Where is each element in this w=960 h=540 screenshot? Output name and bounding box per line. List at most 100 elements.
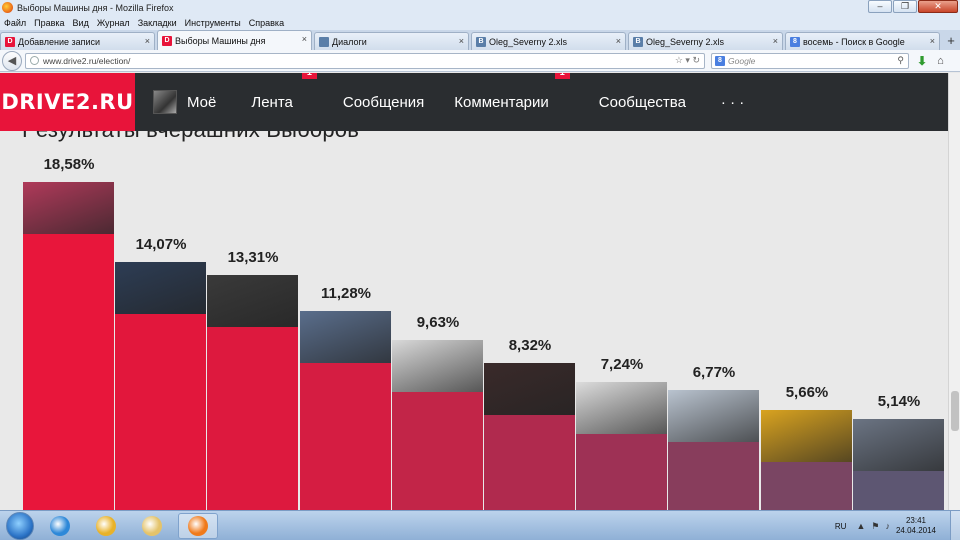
nav-more[interactable]: · · · (721, 94, 744, 111)
nav-communities[interactable]: Сообщества (599, 94, 686, 111)
browser-tab[interactable]: D Добавление записи × (0, 32, 155, 50)
car-photo[interactable] (23, 182, 114, 234)
nav-my[interactable]: Моё (187, 94, 216, 111)
tab-close-icon[interactable]: × (930, 36, 935, 46)
tab-close-icon[interactable]: × (616, 36, 621, 46)
bar-value-label: 9,63% (416, 314, 460, 331)
tab-favicon-icon: D (5, 36, 15, 47)
bar-value-label: 5,66% (785, 384, 829, 401)
taskbar-app-chrome[interactable] (86, 513, 126, 539)
taskbar: RU ▲ ⚑ ♪ 23:41 24.04.2014 (0, 510, 960, 540)
menu-tools[interactable]: Инструменты (185, 18, 241, 28)
car-photo[interactable] (484, 363, 575, 415)
volume-icon[interactable]: ♪ (885, 521, 890, 531)
tab-favicon-icon: 8 (790, 36, 800, 47)
menu-help[interactable]: Справка (249, 18, 284, 28)
bar-value-label: 6,77% (692, 364, 736, 381)
bookmark-star-icon[interactable]: ☆ ▾ ↻ (675, 55, 700, 66)
avatar[interactable] (153, 90, 177, 114)
browser-tab[interactable]: Диалоги × (314, 32, 469, 50)
firefox-icon (188, 515, 208, 536)
election-results-chart: 18,58% 14,07% 13,31% 11,28% 9,63% 8,32% 7,24% 6… (0, 73, 948, 510)
nav-messages[interactable]: Сообщения (343, 94, 424, 111)
tab-close-icon[interactable]: × (145, 36, 150, 46)
scrollbar-thumb[interactable] (951, 391, 959, 431)
tab-close-icon[interactable]: × (773, 36, 778, 46)
car-photo[interactable] (576, 382, 667, 434)
explorer-icon (142, 515, 162, 536)
nav-more-label: · · · (720, 93, 745, 111)
menu-edit[interactable]: Правка (34, 18, 64, 28)
site-header: DRIVE2.RU Моё Лента 1 Сообщения Комментар… (0, 73, 948, 131)
menu-history[interactable]: Журнал (97, 18, 130, 28)
tab-label: восемь - Поиск в Google (803, 36, 905, 47)
car-photo[interactable] (761, 410, 852, 462)
start-button[interactable] (6, 511, 34, 540)
maximize-button[interactable]: ❐ (893, 0, 917, 13)
nav-comments[interactable]: Комментарии 1 (454, 73, 570, 111)
new-tab-button[interactable]: + (944, 34, 958, 50)
clock[interactable]: 23:41 24.04.2014 (896, 516, 936, 536)
window-title: Выборы Машины дня - Mozilla Firefox (17, 2, 174, 13)
browser-tab[interactable]: B Oleg_Severny 2.xls × (471, 32, 626, 50)
tab-strip: D Добавление записи × D Выборы Машины дня × Ди… (0, 30, 960, 50)
home-icon[interactable]: ⌂ (937, 55, 944, 67)
back-button[interactable]: ◀ (2, 50, 22, 71)
google-icon: 8 (715, 55, 725, 66)
nav-messages-label: Сообщения (342, 93, 425, 111)
car-photo[interactable] (668, 390, 759, 442)
minimize-button[interactable]: – (868, 0, 892, 13)
scrollbar[interactable] (948, 73, 960, 510)
tab-favicon-icon: B (633, 36, 643, 47)
firefox-logo-icon (2, 2, 13, 13)
tab-close-icon[interactable]: × (302, 34, 307, 44)
browser-tab[interactable]: 8 восемь - Поиск в Google × (785, 32, 940, 50)
tab-close-icon[interactable]: × (459, 36, 464, 46)
show-desktop-button[interactable] (950, 511, 960, 540)
search-bar[interactable]: 8 Google ⚲ (711, 52, 909, 69)
bar-value-label: 8,32% (508, 337, 552, 354)
page-content: Результаты вчерашних Выборов DRIVE2.RU М… (0, 73, 960, 510)
bar-value-label: 7,24% (600, 356, 644, 373)
close-button[interactable]: ✕ (918, 0, 958, 13)
nav-comments-label: Комментарии (454, 93, 549, 111)
car-photo[interactable] (300, 311, 391, 363)
window-titlebar: Выборы Машины дня - Mozilla Firefox – ❐ … (0, 0, 960, 15)
ie-icon (50, 515, 70, 536)
nav-feed[interactable]: Лента 1 (251, 73, 317, 111)
bar-value-label: 5,14% (877, 393, 921, 410)
menu-bar: Файл Правка Вид Журнал Закладки Инструме… (0, 15, 960, 30)
bar-value-label: 13,31% (227, 249, 279, 266)
feed-badge: 1 (301, 73, 317, 79)
site-logo[interactable]: DRIVE2.RU (0, 73, 135, 131)
tab-label: Oleg_Severny 2.xls (646, 36, 725, 47)
comments-badge: 1 (554, 73, 570, 79)
taskbar-app-firefox[interactable] (178, 512, 218, 539)
browser-tab[interactable]: D Выборы Машины дня × (157, 30, 312, 50)
url-bar[interactable]: www.drive2.ru/election/ ☆ ▾ ↻ (25, 52, 705, 69)
taskbar-app-explorer[interactable] (132, 513, 172, 539)
system-tray: RU ▲ ⚑ ♪ 23:41 24.04.2014 (835, 511, 960, 540)
language-indicator[interactable]: RU (835, 522, 847, 531)
network-icon[interactable]: ▲ (856, 521, 865, 531)
nav-communities-label: Сообщества (598, 93, 686, 111)
search-icon[interactable]: ⚲ (897, 55, 904, 66)
download-icon[interactable]: ⬇ (917, 54, 927, 68)
menu-view[interactable]: Вид (73, 18, 89, 28)
tab-label: Добавление записи (18, 36, 101, 47)
car-photo[interactable] (115, 262, 206, 314)
browser-tab[interactable]: B Oleg_Severny 2.xls × (628, 32, 783, 50)
car-photo[interactable] (207, 275, 298, 327)
tab-label: Выборы Машины дня (175, 35, 266, 46)
menu-bookmarks[interactable]: Закладки (138, 18, 177, 28)
bar-value-label: 18,58% (43, 156, 95, 173)
car-photo[interactable] (392, 340, 483, 392)
car-photo[interactable] (853, 419, 944, 471)
url-text: www.drive2.ru/election/ (43, 55, 131, 66)
nav-my-label: Моё (187, 93, 217, 111)
flag-icon[interactable]: ⚑ (871, 521, 879, 532)
tab-label: Диалоги (332, 36, 367, 47)
navigation-bar: ◀ www.drive2.ru/election/ ☆ ▾ ↻ 8 Google… (0, 50, 960, 72)
menu-file[interactable]: Файл (4, 18, 26, 28)
taskbar-app-ie[interactable] (40, 513, 80, 539)
